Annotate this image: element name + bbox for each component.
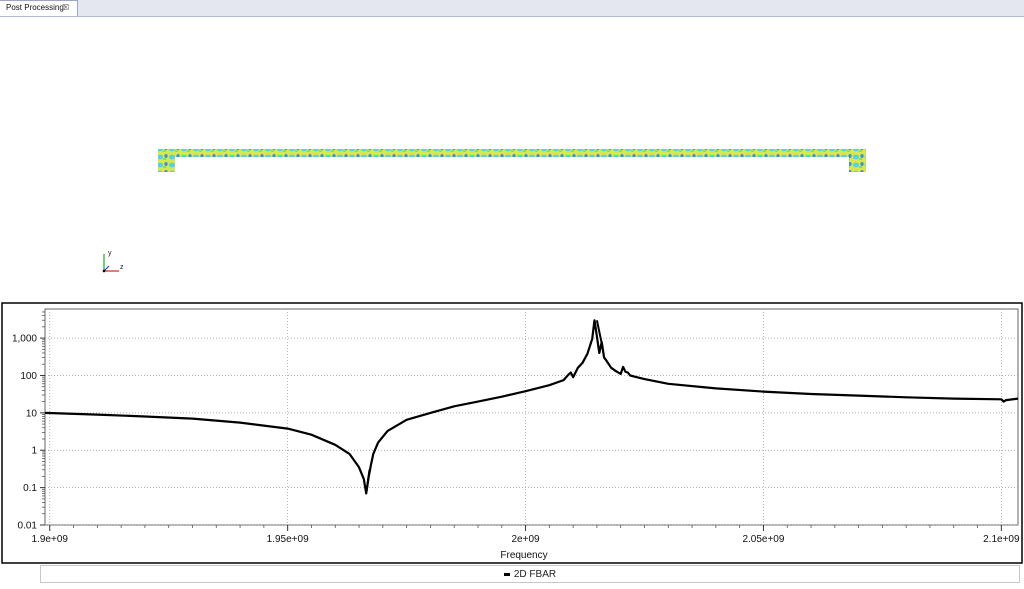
x-tick-label: 2.1e+09 [983, 534, 1020, 545]
x-tick-label: 1.95e+09 [267, 534, 309, 545]
axis-z-label: z [120, 264, 124, 271]
close-tab-icon[interactable]: ☒ [62, 1, 69, 15]
plot-pane: 0.01 0.1 1 10 100 1,000 1.9e+09 1.95e+09 2e+09 2… [0, 301, 1024, 589]
tab-bar: Post Processing: ☒ [0, 0, 1024, 17]
axes-triad-icon: y z [102, 250, 124, 273]
y-tick-label: 1,000 [12, 334, 37, 345]
x-axis: 1.9e+09 1.95e+09 2e+09 2.05e+09 2.1e+09 [32, 525, 1020, 545]
plot-area [44, 308, 1019, 526]
tab-post-processing[interactable]: Post Processing: ☒ [0, 0, 78, 16]
y-tick-label: 0.01 [18, 521, 38, 532]
y-tick-label: 1 [31, 446, 37, 457]
x-tick-label: 2e+09 [512, 534, 541, 545]
fbar-mesh-view: y z [102, 149, 866, 273]
x-tick-label: 2.05e+09 [742, 534, 784, 545]
fbar-membrane [158, 149, 866, 157]
legend: 2D FBAR [40, 565, 1020, 583]
y-axis: 0.01 0.1 1 10 100 1,000 [12, 334, 45, 532]
frequency-response-chart: 0.01 0.1 1 10 100 1,000 1.9e+09 1.95e+09 2e+09 2… [1, 302, 1023, 564]
legend-swatch [503, 572, 510, 576]
y-tick-label: 10 [26, 408, 38, 419]
legend-label-2d-fbar: 2D FBAR [513, 569, 557, 580]
y-tick-label: 100 [20, 371, 37, 382]
tab-title: Post Processing: [6, 3, 67, 12]
axis-y-label: y [108, 250, 112, 257]
x-axis-label: Frequency [500, 550, 547, 561]
fbar-left-anchor [158, 149, 175, 172]
fbar-right-anchor [849, 149, 866, 172]
x-tick-label: 1.9e+09 [32, 534, 69, 545]
model-viewport[interactable]: y z [0, 17, 1024, 301]
y-tick-label: 0.1 [23, 483, 37, 494]
